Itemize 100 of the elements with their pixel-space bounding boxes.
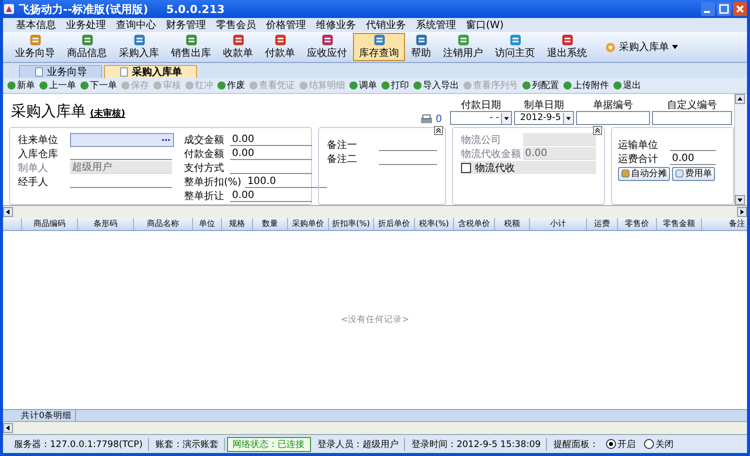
menu-item[interactable]: 查询中心 <box>111 18 161 32</box>
vertical-scrollbar[interactable] <box>734 94 747 205</box>
toolbar-button[interactable]: 销售出库 <box>165 33 217 61</box>
menu-item[interactable]: 基本信息 <box>11 18 61 32</box>
button-icon <box>621 169 630 178</box>
document-tab[interactable]: 业务向导 <box>19 65 102 78</box>
input-field[interactable] <box>70 132 174 146</box>
user-status: 登录人员：超级用户 <box>312 438 405 450</box>
action-button[interactable]: 列配置 <box>520 79 561 92</box>
column-header[interactable]: 折后单价 <box>374 218 415 230</box>
column-header[interactable]: 采购单价 <box>288 218 329 230</box>
radio-option[interactable]: 关闭 <box>644 438 674 450</box>
toolbar-button[interactable]: 退出系统 <box>541 33 593 61</box>
scroll-left-icon[interactable] <box>3 423 13 433</box>
input-field[interactable]: - - <box>450 111 512 125</box>
scroll-right-icon[interactable] <box>737 207 747 217</box>
action-button[interactable]: 上传附件 <box>561 79 611 92</box>
dropdown-button[interactable]: 采购入库单 <box>599 32 684 62</box>
input-field[interactable]: 100.0 <box>245 175 328 188</box>
network-status: 网络状态：已连接 <box>226 436 311 452</box>
action-button[interactable]: 作废 <box>215 79 247 92</box>
form-button[interactable]: 自动分摊 <box>618 166 670 180</box>
field-label: 制单日期 <box>524 98 564 110</box>
column-header[interactable]: 数量 <box>253 218 288 230</box>
column-header[interactable]: 零售价 <box>618 218 657 230</box>
toolbar-button[interactable]: 库存查询 <box>353 33 405 61</box>
input-field[interactable] <box>652 111 732 125</box>
column-header[interactable]: 税额 <box>495 218 530 230</box>
input-field[interactable]: 0.00 <box>230 189 312 202</box>
toolbar-icon <box>230 34 246 46</box>
column-header[interactable]: 含税单价 <box>454 218 495 230</box>
action-button[interactable]: 上一单 <box>37 79 78 92</box>
toolbar-button[interactable]: 收款单 <box>217 33 259 61</box>
form-button[interactable]: 费用单 <box>672 166 715 180</box>
toolbar-button[interactable]: 采购入库 <box>113 33 165 61</box>
column-header[interactable]: 备注 <box>702 218 747 230</box>
horizontal-scrollbar[interactable] <box>3 205 747 218</box>
toolbar-button[interactable]: 注销用户 <box>437 33 489 61</box>
column-header[interactable]: 税率(%) <box>415 218 454 230</box>
menu-item[interactable]: 窗口(W) <box>461 18 509 32</box>
toolbar-button[interactable]: 帮助 <box>405 33 437 61</box>
scroll-left-icon[interactable] <box>3 207 13 217</box>
collapse-icon[interactable] <box>434 126 443 135</box>
input-field[interactable]: 2012-9-5 <box>514 111 574 125</box>
radio-button[interactable] <box>606 439 616 449</box>
action-button[interactable]: 新单 <box>5 79 37 92</box>
toolbar-button[interactable]: 应收应付 <box>301 33 353 61</box>
action-button[interactable]: 打印 <box>379 79 411 92</box>
column-header[interactable]: 条形码 <box>78 218 134 230</box>
caret-icon <box>672 45 678 49</box>
menu-item[interactable]: 业务处理 <box>61 18 111 32</box>
column-header[interactable]: 商品名称 <box>134 218 193 230</box>
menu-item[interactable]: 系统管理 <box>411 18 461 32</box>
field-label: 整单折扣(%) <box>184 176 242 188</box>
radio-option[interactable]: 开启 <box>606 438 636 450</box>
action-icon <box>80 81 89 90</box>
dropdown-arrow-icon[interactable] <box>501 112 511 124</box>
column-header[interactable]: 小计 <box>530 218 587 230</box>
input-field[interactable]: 0.00 <box>670 152 716 165</box>
column-header[interactable]: 运费 <box>587 218 618 230</box>
scroll-up-icon[interactable] <box>735 94 745 104</box>
account-status: 账套：演示账套 <box>150 438 225 450</box>
action-icon <box>249 81 258 90</box>
column-header[interactable]: 规格 <box>222 218 253 230</box>
column-header[interactable]: 零售金额 <box>657 218 702 230</box>
action-button[interactable]: 下一单 <box>78 79 119 92</box>
action-icon <box>299 81 308 90</box>
maximize-icon[interactable] <box>717 2 731 16</box>
input-field[interactable] <box>576 111 650 125</box>
column-header[interactable]: 折扣率(%) <box>329 218 374 230</box>
dropdown-arrow-icon[interactable] <box>563 112 573 124</box>
toolbar-icon <box>372 34 386 46</box>
menu-item[interactable]: 维修业务 <box>311 18 361 32</box>
menu-item[interactable]: 价格管理 <box>261 18 311 32</box>
field-label: 制单人 <box>18 162 49 174</box>
toolbar-button[interactable]: 业务向导 <box>9 33 61 61</box>
field-label: 物流公司 <box>461 134 502 146</box>
ellipsis-icon[interactable] <box>161 138 171 142</box>
minimize-icon[interactable] <box>701 2 715 16</box>
toolbar-button[interactable]: 访问主页 <box>489 33 541 61</box>
scroll-down-icon[interactable] <box>735 195 745 205</box>
radio-button[interactable] <box>644 439 654 449</box>
toolbar-button[interactable]: 商品信息 <box>61 33 113 61</box>
input-field[interactable]: 0.00 <box>230 147 312 160</box>
column-header[interactable]: 单位 <box>193 218 222 230</box>
action-button[interactable]: 退出 <box>611 79 643 92</box>
action-button[interactable]: 调单 <box>347 79 379 92</box>
close-icon[interactable] <box>733 2 747 16</box>
menu-item[interactable]: 财务管理 <box>161 18 211 32</box>
menu-item[interactable]: 零售会员 <box>211 18 261 32</box>
field-label: 经手人 <box>18 176 49 188</box>
toolbar-button[interactable]: 付款单 <box>259 33 301 61</box>
input-field[interactable]: 0.00 <box>230 133 312 146</box>
document-tab[interactable]: 采购入库单 <box>104 65 197 78</box>
action-icon <box>121 81 130 90</box>
menu-item[interactable]: 代销业务 <box>361 18 411 32</box>
horizontal-scrollbar[interactable] <box>3 421 747 434</box>
collapse-icon[interactable] <box>593 126 602 135</box>
column-header[interactable]: 商品编码 <box>22 218 78 230</box>
action-button[interactable]: 导入导出 <box>411 79 461 92</box>
